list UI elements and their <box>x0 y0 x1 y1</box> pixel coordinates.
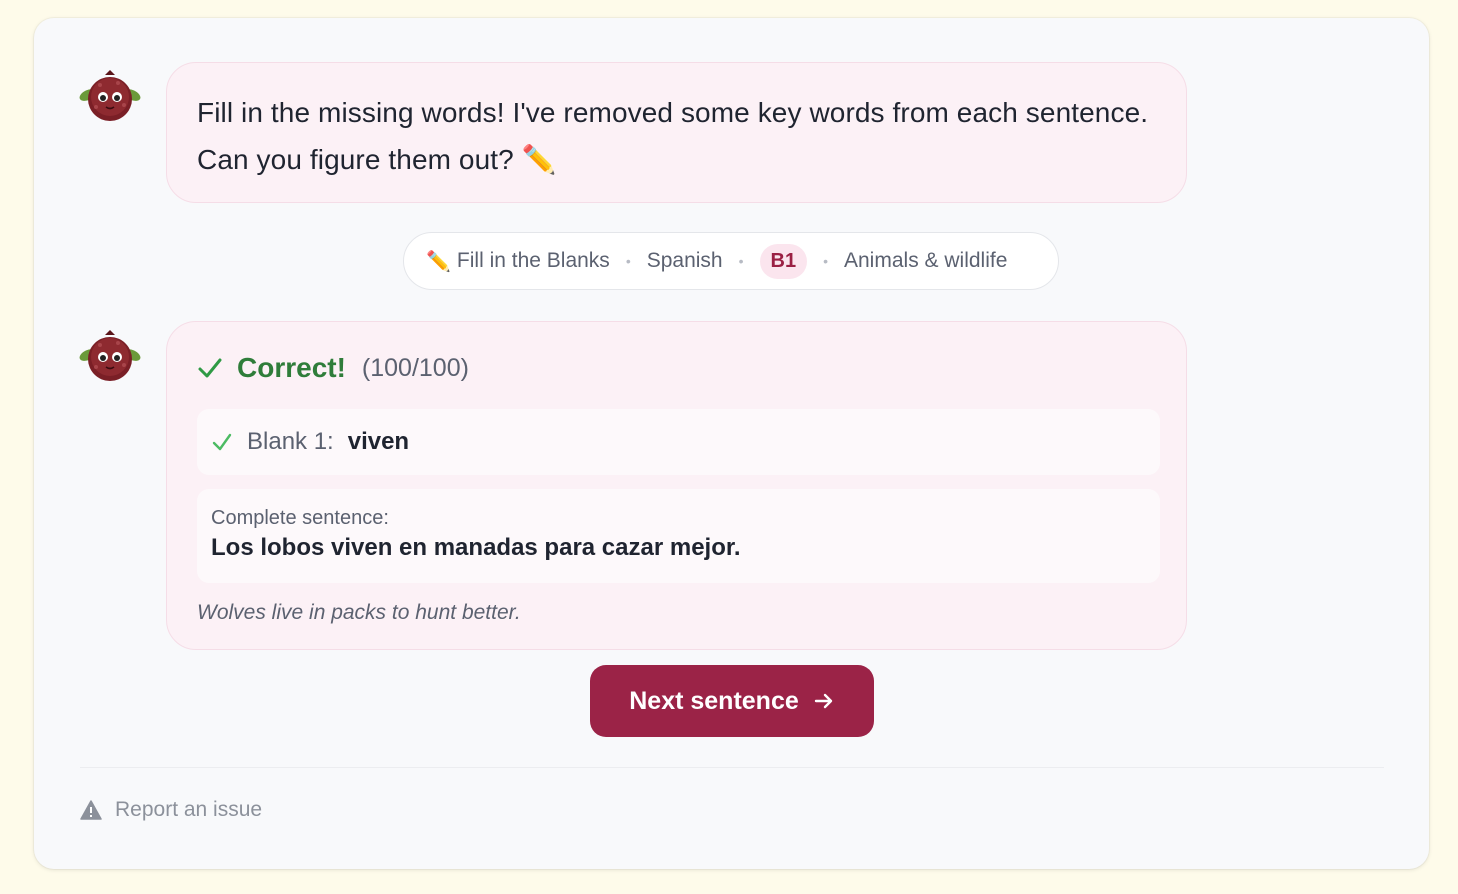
report-issue-label: Report an issue <box>115 798 263 821</box>
intro-message-bubble: Fill in the missing words! I've removed … <box>166 62 1187 203</box>
separator-dot: • <box>625 253 631 269</box>
result-score: (100/100) <box>361 353 469 382</box>
mascot-avatar <box>79 330 141 381</box>
complete-sentence-box: Complete sentence: Los lobos viven en ma… <box>197 489 1160 583</box>
level-badge: B1 <box>759 243 808 279</box>
separator-dot: • <box>738 253 744 269</box>
blank-answer: viven <box>347 428 410 455</box>
warning-icon <box>80 800 102 820</box>
exercise-mode: Fill in the Blanks <box>456 249 610 272</box>
chat-card: Fill in the missing words! I've removed … <box>34 18 1429 869</box>
next-sentence-button[interactable]: Next sentence <box>590 665 874 737</box>
footer-divider <box>80 767 1384 768</box>
translation-text: Wolves live in packs to hunt better. <box>197 601 521 624</box>
blank-label: Blank 1: <box>247 428 334 455</box>
check-icon <box>212 433 232 451</box>
report-issue-link[interactable]: Report an issue <box>80 798 262 822</box>
intro-message-text: Fill in the missing words! I've removed … <box>197 97 1149 175</box>
next-sentence-label: Next sentence <box>629 686 799 715</box>
result-status: Correct! <box>237 352 346 383</box>
result-header: Correct! (100/100) <box>197 352 469 384</box>
exercise-info-pill: ✏️ Fill in the Blanks • Spanish • B1 • A… <box>403 232 1059 290</box>
complete-sentence-text: Los lobos viven en manadas para cazar me… <box>211 534 741 561</box>
separator-dot: • <box>823 253 828 269</box>
mascot-avatar <box>79 70 141 121</box>
result-bubble: Correct! (100/100) Blank 1: viven Comple… <box>166 321 1187 650</box>
check-icon <box>198 358 222 378</box>
exercise-language: Spanish <box>646 249 723 272</box>
arrow-right-icon <box>814 693 832 709</box>
complete-sentence-label: Complete sentence: <box>211 507 389 529</box>
blank-result-row: Blank 1: viven <box>197 409 1160 475</box>
exercise-topic: Animals & wildlife <box>844 249 1008 272</box>
pencil-icon: ✏️ <box>426 250 451 273</box>
